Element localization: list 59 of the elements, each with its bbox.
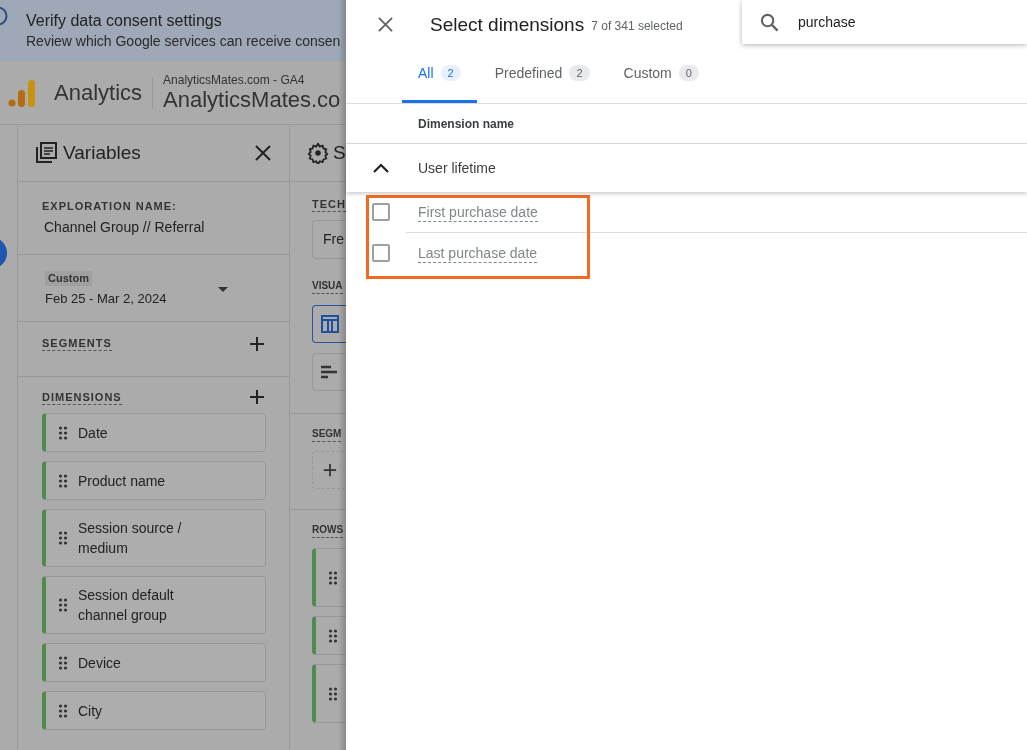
exploration-name[interactable]: Channel Group // Referral <box>44 217 289 238</box>
account-name: AnalyticsMates.com - GA4 <box>163 72 306 87</box>
section-label: SEGM <box>312 427 342 442</box>
selection-count: 7 of 341 selected <box>591 18 683 35</box>
dimension-chip[interactable]: Product name <box>42 461 266 500</box>
section-label: TECH <box>312 197 346 212</box>
banner-text: Review which Google services can receive consen <box>26 31 342 51</box>
count-badge: 2 <box>569 65 590 81</box>
dialog-tab[interactable]: Custom 0 <box>607 46 715 103</box>
search-field[interactable]: purchase <box>742 0 1027 44</box>
section-label: SEGMENTS <box>42 336 112 351</box>
banner-title: Verify data consent settings <box>26 10 223 31</box>
panel-title: Variables <box>63 140 142 165</box>
drag-handle-icon[interactable] <box>58 425 68 440</box>
group-header[interactable]: User lifetime <box>346 144 1027 192</box>
dropdown-caret-icon[interactable] <box>218 287 228 293</box>
close-icon[interactable] <box>378 17 393 32</box>
drag-handle-icon[interactable] <box>58 473 68 488</box>
list-icon <box>35 142 57 164</box>
drag-handle-icon[interactable] <box>328 628 338 643</box>
dimension-chip[interactable]: City <box>42 691 266 730</box>
date-badge: Custom <box>45 271 92 286</box>
section-label: VISUA <box>312 279 343 294</box>
table-icon <box>321 315 339 333</box>
product-name: Analytics <box>54 79 143 107</box>
dialog-tab[interactable]: All 2 <box>402 46 477 103</box>
drag-handle-icon[interactable] <box>58 655 68 670</box>
count-badge: 0 <box>678 65 699 81</box>
chevron-up-icon <box>373 163 389 173</box>
add-icon[interactable] <box>249 389 265 405</box>
checkbox[interactable] <box>372 244 390 262</box>
checkbox[interactable] <box>372 203 390 221</box>
dimension-name: Last purchase date <box>418 243 538 263</box>
section-label: DIMENSIONS <box>42 389 122 405</box>
date-range[interactable]: Feb 25 - Mar 2, 2024 <box>45 289 167 309</box>
drag-handle-icon[interactable] <box>328 570 338 585</box>
dialog-title: Select dimensions <box>430 13 585 37</box>
dimension-chip[interactable]: Device <box>42 643 266 682</box>
bar-chart-icon <box>321 365 339 379</box>
dimension-chip[interactable]: Date <box>42 413 266 452</box>
drag-handle-icon[interactable] <box>58 598 68 612</box>
property-name[interactable]: AnalyticsMates.co <box>163 86 341 113</box>
drag-handle-icon[interactable] <box>58 531 68 545</box>
search-icon <box>760 13 779 32</box>
section-label: ROWS <box>312 523 344 538</box>
drag-handle-icon[interactable] <box>58 703 68 718</box>
dimension-chip[interactable]: Session default channel group <box>42 576 266 634</box>
dimension-chip[interactable]: Session source / medium <box>42 509 266 567</box>
dialog-tab[interactable]: Predefined 2 <box>478 46 606 103</box>
drag-handle-icon[interactable] <box>328 686 338 701</box>
gear-icon <box>307 142 329 164</box>
dimension-name: First purchase date <box>418 202 538 222</box>
close-icon[interactable] <box>255 145 271 161</box>
add-icon[interactable] <box>249 336 265 352</box>
panel-title: S <box>333 140 346 165</box>
bar-chart-logo-icon <box>8 77 36 108</box>
add-icon <box>323 463 337 477</box>
section-label: EXPLORATION NAME: <box>42 199 178 213</box>
count-badge: 2 <box>440 65 461 81</box>
